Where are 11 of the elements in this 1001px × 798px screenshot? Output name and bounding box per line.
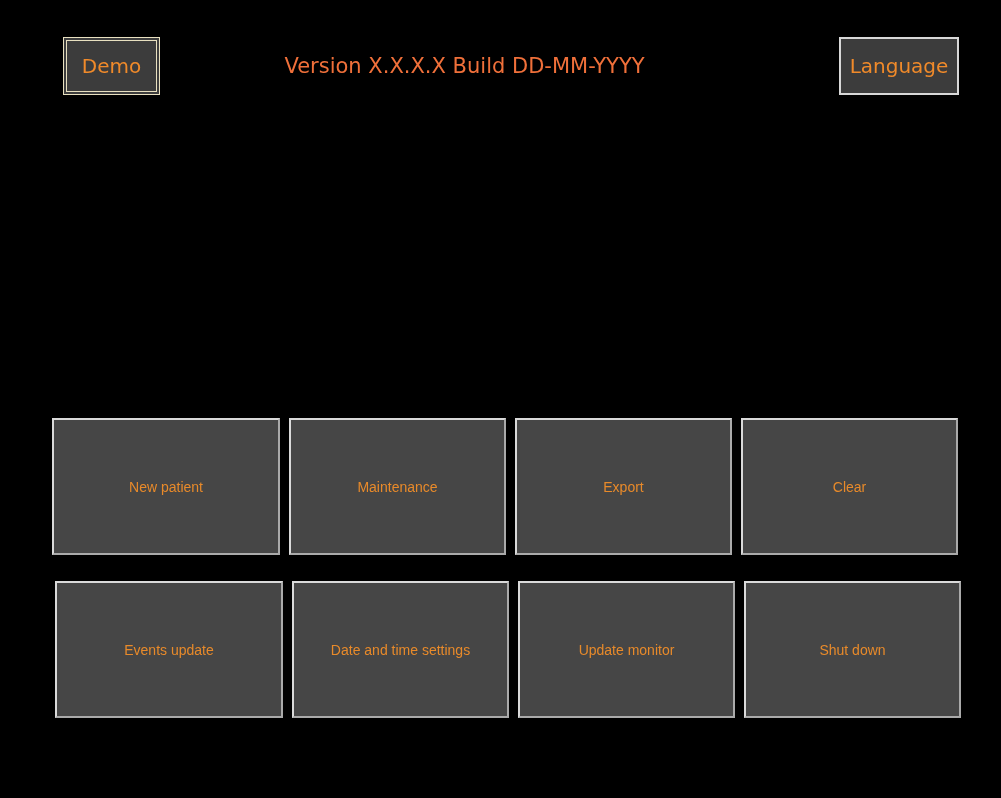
menu-button[interactable]: Update monitor — [518, 581, 735, 718]
demo-button[interactable]: Demo — [63, 37, 160, 95]
menu-button[interactable]: Maintenance — [289, 418, 506, 555]
menu-button[interactable]: Clear — [741, 418, 958, 555]
language-button[interactable]: Language — [839, 37, 959, 95]
menu-button[interactable]: Date and time settings — [292, 581, 509, 718]
menu-button[interactable]: Events update — [55, 581, 283, 718]
menu-button[interactable]: Shut down — [744, 581, 961, 718]
menu-button[interactable]: New patient — [52, 418, 280, 555]
version-text: Version X.X.X.X Build DD-MM-YYYY — [283, 54, 646, 78]
menu-button[interactable]: Export — [515, 418, 732, 555]
